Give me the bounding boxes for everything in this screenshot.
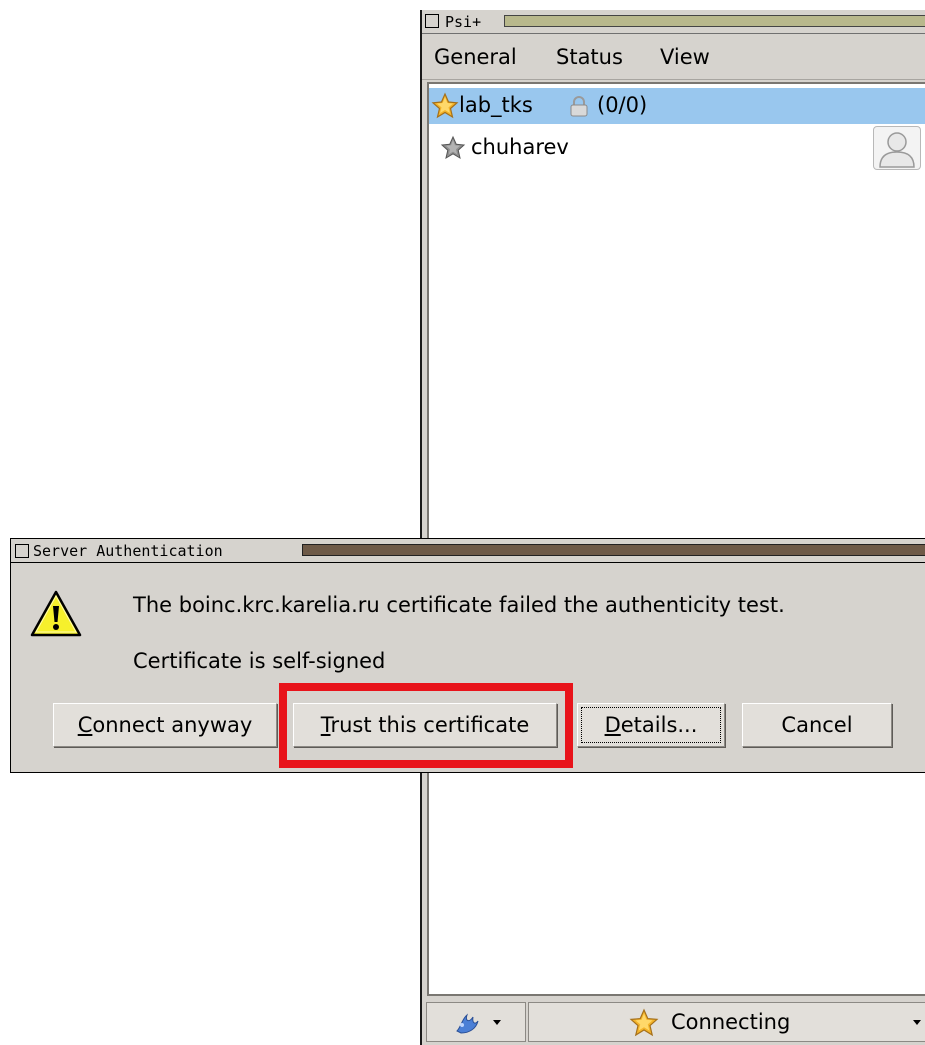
server-authentication-dialog: Server Authentication The boinc.krc.kare…: [10, 538, 925, 773]
menu-general[interactable]: General: [434, 44, 517, 70]
cancel-button[interactable]: Cancel: [742, 703, 892, 747]
status-bar: Connecting: [422, 998, 925, 1045]
chevron-down-icon: [493, 1020, 501, 1025]
dialog-title: Server Authentication: [33, 542, 223, 560]
button-label: rust this certificate: [330, 713, 530, 737]
button-label: etails...: [620, 713, 698, 737]
status-selector[interactable]: Connecting: [528, 1002, 925, 1042]
roster-group-lab-tks[interactable]: lab_tks (0/0): [429, 88, 925, 124]
main-menu-button[interactable]: [426, 1002, 526, 1042]
group-name: lab_tks: [459, 93, 533, 117]
window-menu-button[interactable]: [425, 14, 439, 28]
avatar: [873, 126, 921, 170]
button-label: Cancel: [781, 713, 853, 737]
window-menu-button[interactable]: [15, 544, 29, 558]
menu-view[interactable]: View: [660, 44, 710, 70]
window-title: Psi+: [445, 13, 482, 31]
menu-status[interactable]: Status: [556, 44, 623, 70]
chevron-down-icon: [913, 1020, 921, 1025]
button-label: onnect anyway: [92, 713, 253, 737]
psi-main-window: Psi+ General Status View lab_tks (0/0) c…: [420, 10, 925, 1045]
contact-name: chuharev: [471, 135, 569, 159]
titlebar-drag-area[interactable]: [504, 15, 925, 27]
star-icon: [431, 92, 459, 119]
connect-anyway-button[interactable]: Connect anyway: [53, 703, 277, 747]
mnemonic: D: [604, 713, 621, 737]
psi-titlebar[interactable]: Psi+: [422, 10, 925, 34]
dialog-detail: Certificate is self-signed: [133, 649, 386, 673]
trust-certificate-button[interactable]: Trust this certificate: [293, 703, 557, 747]
dialog-titlebar[interactable]: Server Authentication: [11, 539, 925, 563]
avatar-placeholder-icon: [879, 132, 915, 168]
offline-star-icon: [440, 135, 466, 160]
menubar: General Status View: [422, 36, 925, 80]
titlebar-drag-area[interactable]: [302, 544, 925, 556]
warning-icon: [30, 590, 82, 637]
dialog-message: The boinc.krc.karelia.ru certificate fai…: [133, 593, 785, 617]
mnemonic: C: [77, 713, 93, 737]
group-count: (0/0): [597, 93, 648, 117]
lock-icon: [570, 96, 588, 117]
star-icon: [629, 1008, 659, 1037]
details-button[interactable]: Details...: [577, 703, 725, 747]
titlebar-divider: [11, 562, 925, 563]
psi-logo-icon: [456, 1013, 479, 1034]
contact-row-chuharev[interactable]: chuharev: [429, 126, 925, 170]
status-text: Connecting: [671, 1010, 791, 1034]
